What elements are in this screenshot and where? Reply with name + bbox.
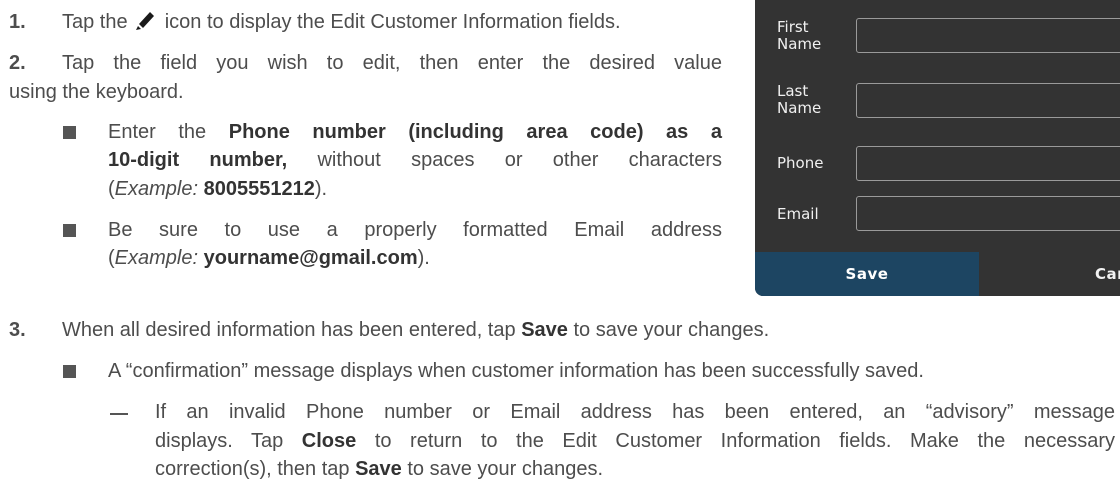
first-name-field[interactable] bbox=[856, 18, 1120, 53]
bullet-square bbox=[63, 126, 76, 139]
phone-field[interactable] bbox=[856, 146, 1120, 181]
step-number: 1. bbox=[9, 11, 26, 33]
email-field[interactable] bbox=[856, 196, 1120, 231]
step-2-line: using the keyboard. bbox=[9, 81, 184, 103]
save-button[interactable]: Save bbox=[755, 252, 979, 296]
cancel-button[interactable]: Cance bbox=[980, 252, 1120, 296]
last-name-label: Last Name bbox=[777, 82, 822, 117]
bullet-phone-line: Enter the Phone number (including area c… bbox=[108, 121, 722, 143]
advisory-note-line: correction(s), then tap Save to save you… bbox=[155, 458, 604, 480]
first-name-label: First Name bbox=[777, 18, 822, 53]
step-number: 3. bbox=[9, 319, 26, 341]
step-2-line: Tap the field you wish to edit, then ent… bbox=[62, 52, 722, 74]
phone-label: Phone bbox=[777, 154, 824, 172]
pencil-icon bbox=[135, 9, 157, 40]
bullet-phone-example: (Example: 8005551212). bbox=[108, 178, 328, 200]
bullet-email-line: Be sure to use a properly formatted Emai… bbox=[108, 219, 722, 241]
last-name-field[interactable] bbox=[856, 83, 1120, 118]
advisory-note-line: displays. Tap Close to return to the Edi… bbox=[155, 430, 1115, 452]
dash-marker bbox=[110, 413, 128, 415]
bullet-square bbox=[63, 365, 76, 378]
advisory-note-line: If an invalid Phone number or Email addr… bbox=[155, 401, 1115, 423]
bullet-phone-line: 10-digit number, without spaces or other… bbox=[108, 149, 723, 171]
bullet-email-example: (Example: yourname@gmail.com). bbox=[108, 247, 430, 269]
confirmation-bullet: A “confirmation” message displays when c… bbox=[108, 360, 924, 382]
step-1-text: Tap the icon to display the Edit Custome… bbox=[62, 8, 621, 40]
step-3-text: When all desired information has been en… bbox=[62, 319, 770, 341]
bullet-square bbox=[63, 224, 76, 237]
edit-customer-form: First Name Last Name Phone Email Save Ca… bbox=[755, 0, 1120, 296]
email-label: Email bbox=[777, 205, 819, 223]
step-number: 2. bbox=[9, 52, 26, 74]
